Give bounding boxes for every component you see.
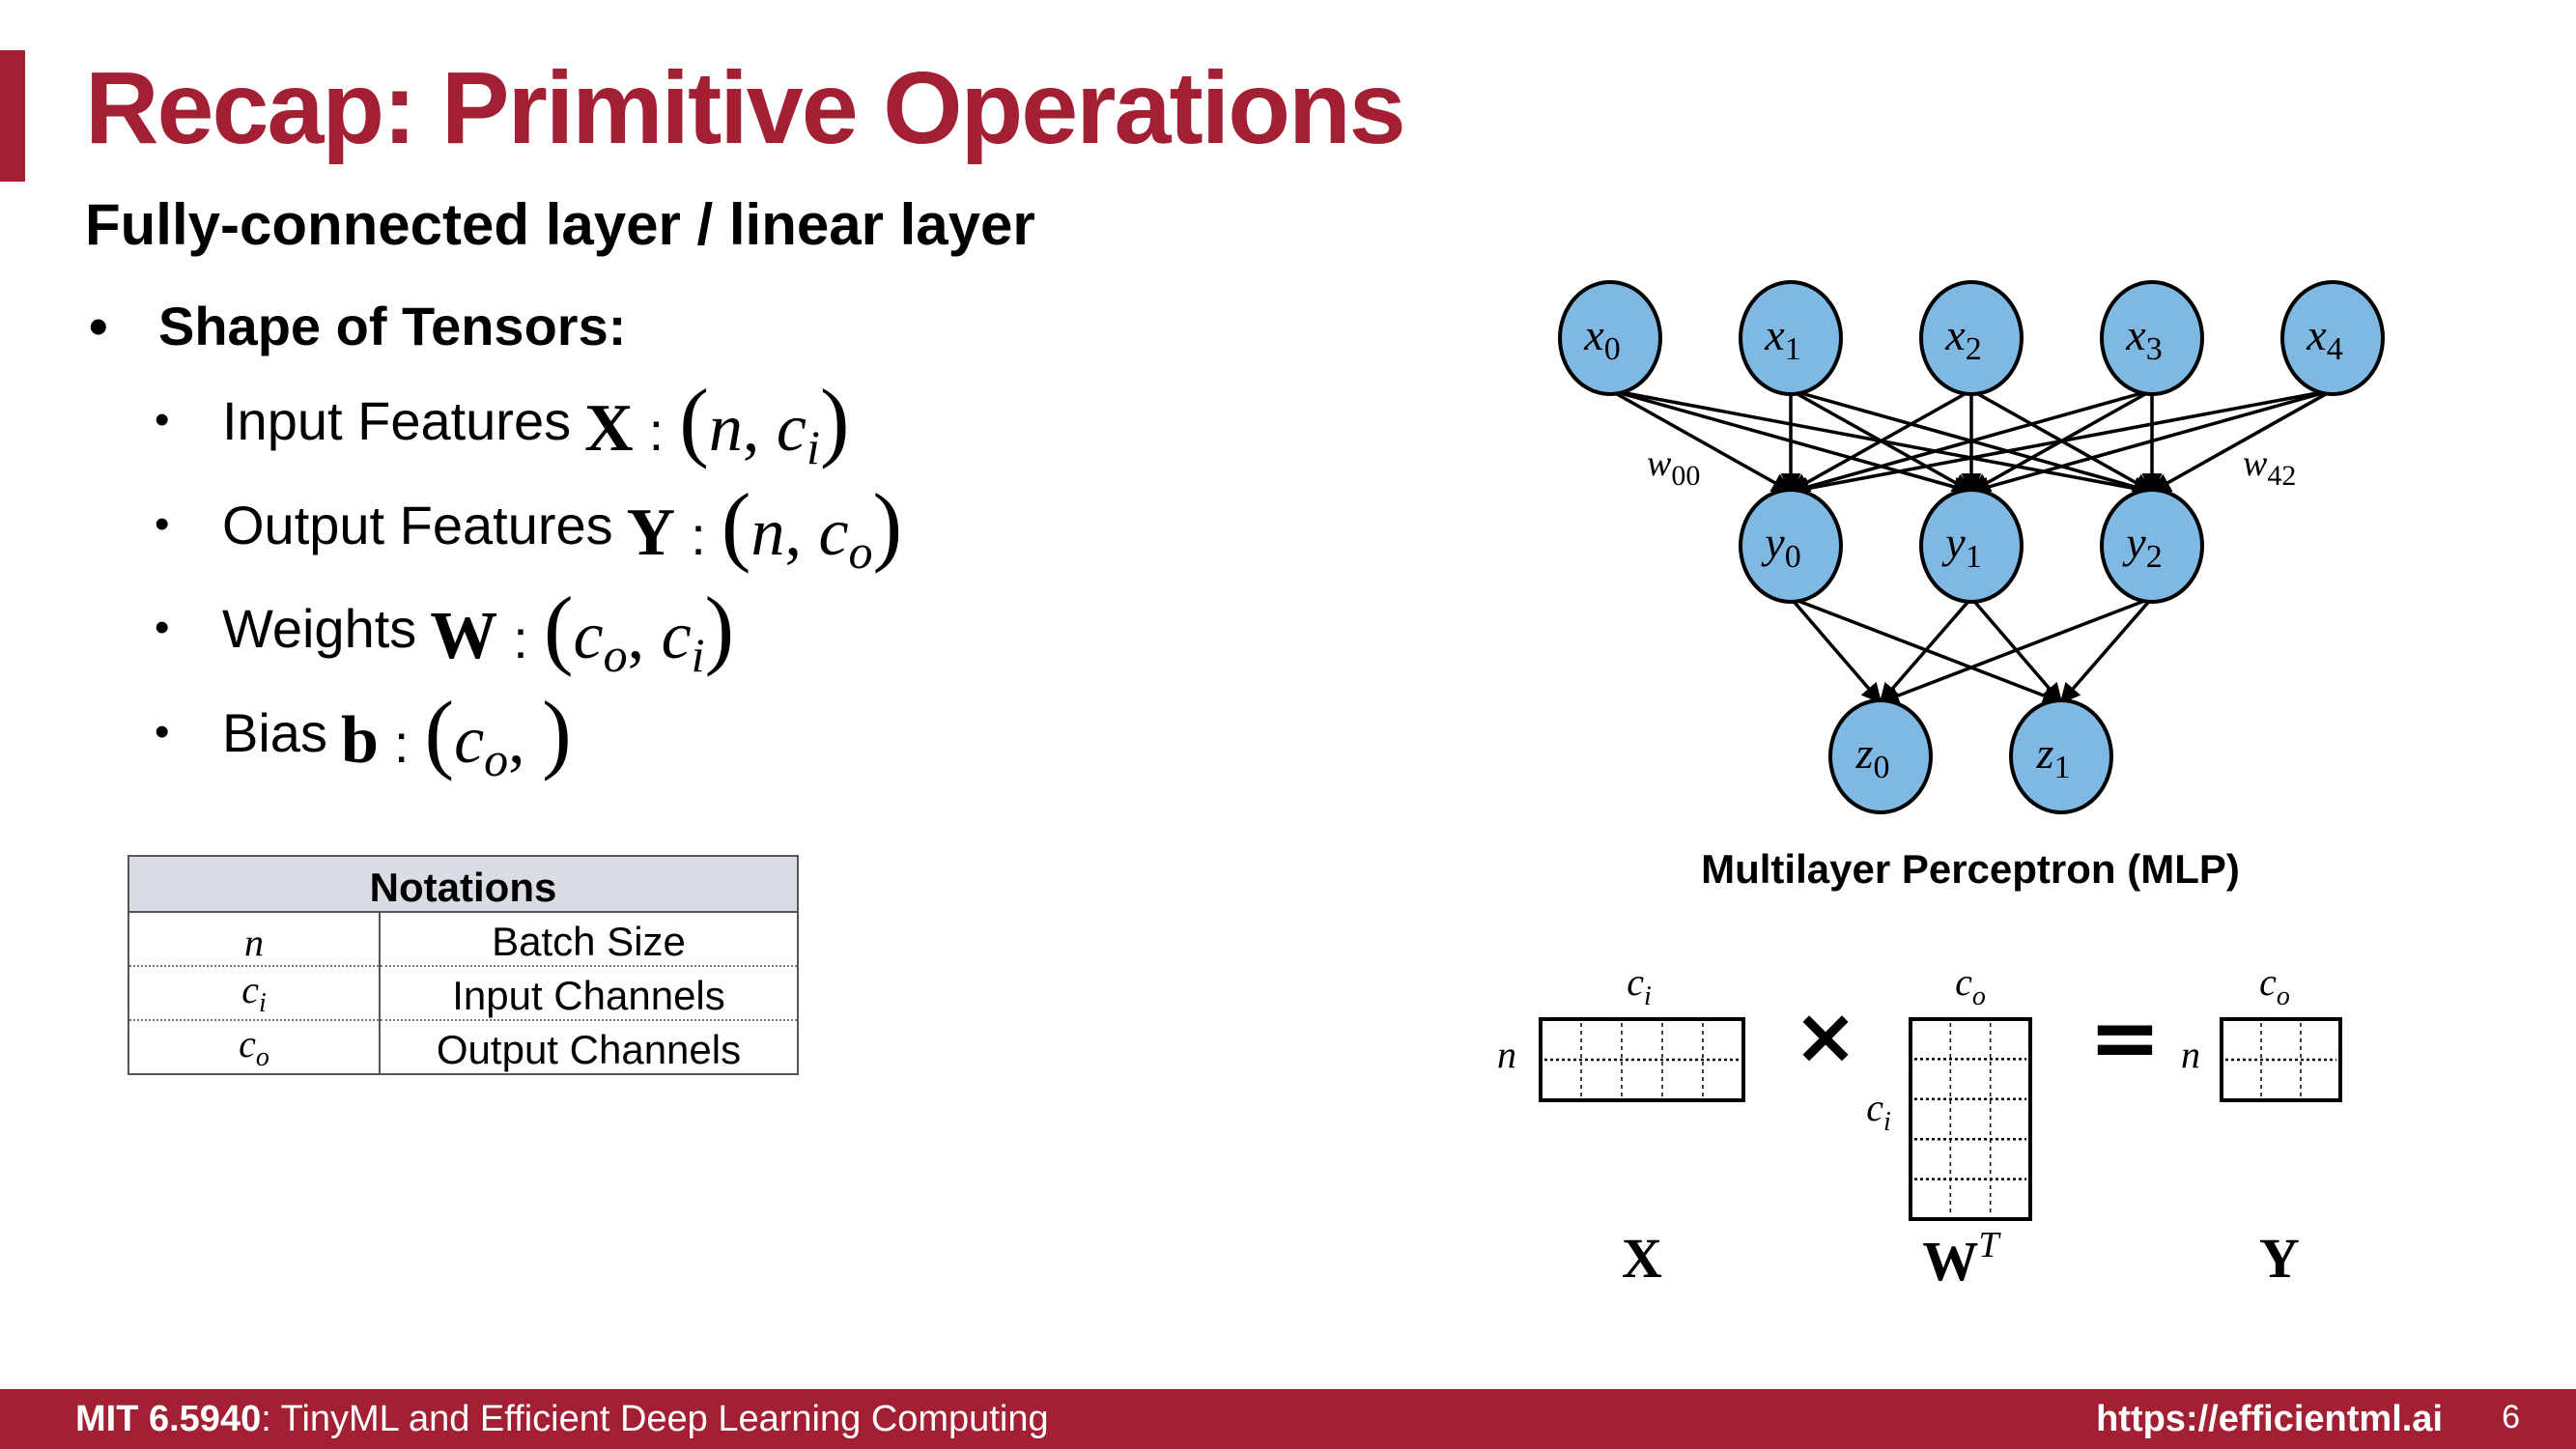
footer-url-link[interactable]: https://efficientml.ai xyxy=(2096,1399,2443,1440)
wt-rows-label: ci xyxy=(1866,1086,1891,1137)
matrix-y xyxy=(2220,1017,2342,1102)
matrix-x xyxy=(1539,1017,1745,1102)
matrix-wt-name: WT xyxy=(1922,1225,2001,1293)
course-code: MIT 6.5940 xyxy=(75,1399,262,1439)
matrix-y-name: Y xyxy=(2259,1227,2300,1290)
matrix-x-name: X xyxy=(1622,1227,1662,1290)
x-rows-label: n xyxy=(1497,1033,1516,1076)
y-rows-label: n xyxy=(2181,1033,2200,1076)
footer-bar: MIT 6.5940: TinyML and Efficient Deep Le… xyxy=(0,1389,2576,1449)
neuron-y1: y1 xyxy=(1919,488,2024,604)
equals-operator: = xyxy=(2088,987,2161,1089)
neuron-z0: z0 xyxy=(1828,698,1933,814)
neuron-z1: z1 xyxy=(2009,698,2113,814)
neuron-x4: x4 xyxy=(2280,280,2385,396)
neuron-x3: x3 xyxy=(2100,280,2204,396)
neuron-x2: x2 xyxy=(1919,280,2024,396)
neuron-x0: x0 xyxy=(1558,280,1662,396)
mlp-diagram: x0 x1 x2 x3 x4 y0 y1 y2 z0 z1 w00 w42 Multilayer P… xyxy=(1497,280,2385,1293)
neuron-x1: x1 xyxy=(1739,280,1843,396)
neuron-y2: y2 xyxy=(2100,488,2204,604)
times-operator: × xyxy=(1793,991,1857,1081)
neuron-y0: y0 xyxy=(1739,488,1843,604)
mlp-caption: Multilayer Perceptron (MLP) xyxy=(1701,846,2240,892)
y-cols-label: co xyxy=(2259,960,2290,1011)
course-title: : TinyML and Efficient Deep Learning Com… xyxy=(261,1399,1049,1439)
weight-label: w42 xyxy=(2243,443,2296,492)
page-number: 6 xyxy=(2502,1399,2520,1435)
wt-cols-label: co xyxy=(1955,960,1986,1011)
matrix-wt xyxy=(1909,1017,2032,1221)
weight-label: w00 xyxy=(1647,443,1700,492)
x-cols-label: ci xyxy=(1627,960,1652,1011)
footer-course: MIT 6.5940: TinyML and Efficient Deep Le… xyxy=(75,1399,1049,1440)
